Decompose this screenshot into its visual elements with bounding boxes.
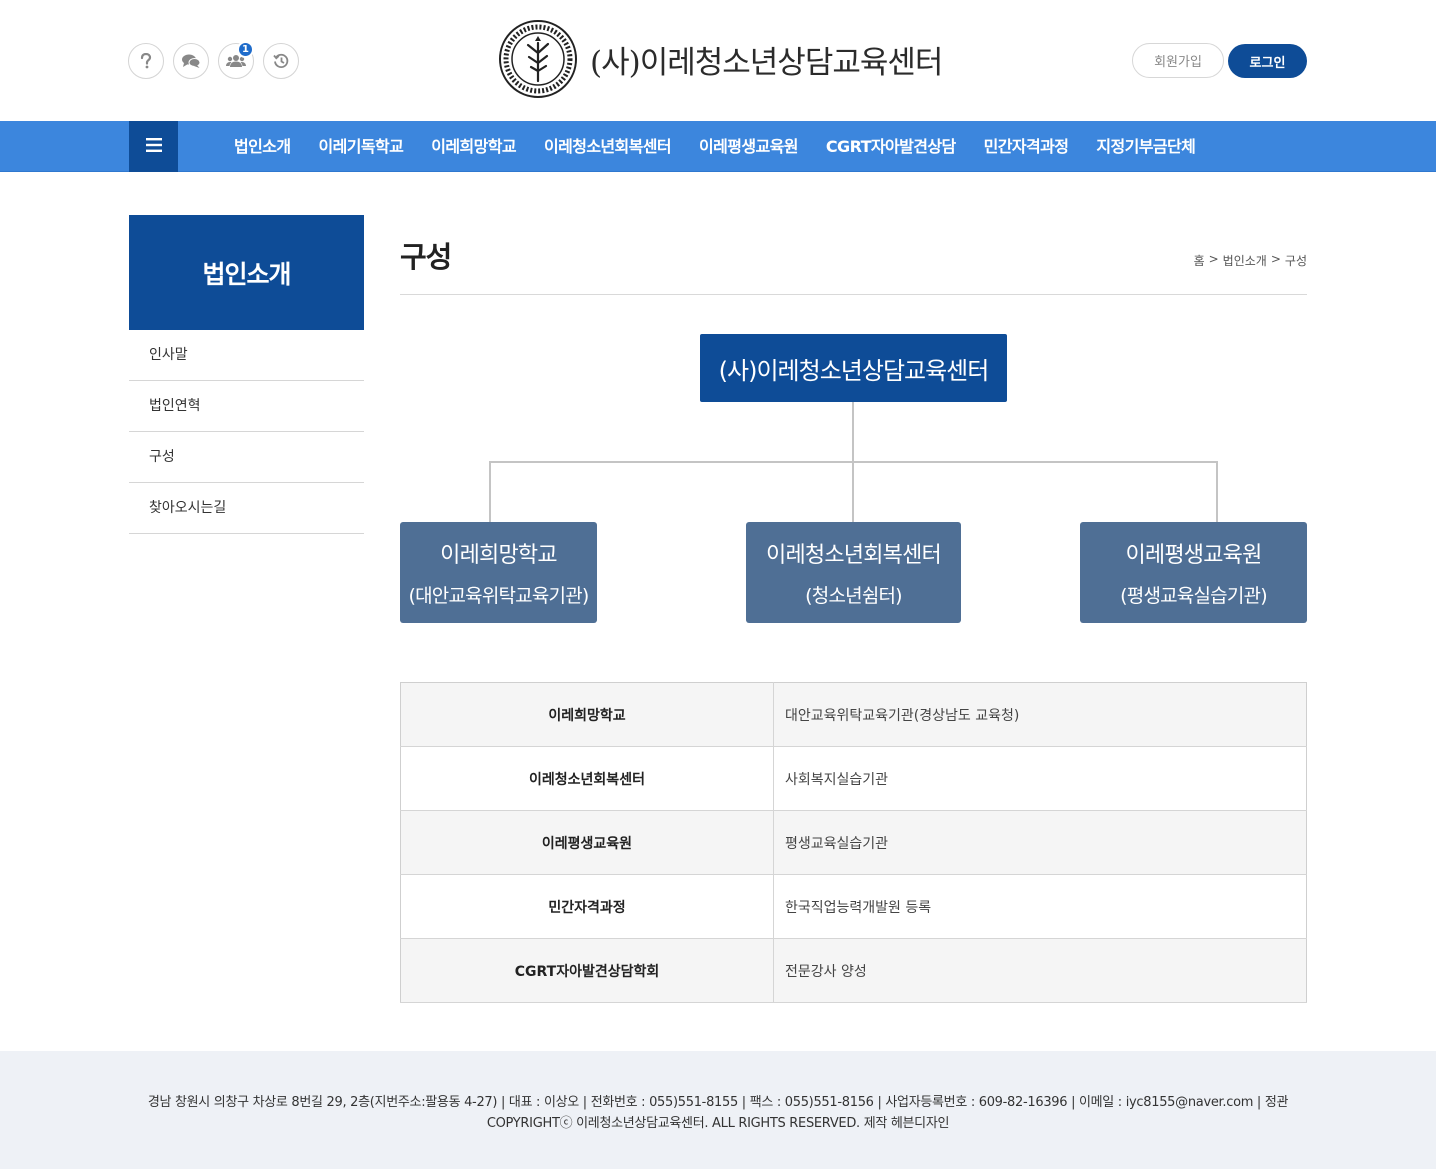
logo-seal-icon: [498, 19, 578, 99]
org-child-subtitle: (청소년쉼터): [805, 585, 902, 607]
breadcrumb-separator: >: [1208, 252, 1219, 266]
org-chart-connector: [489, 461, 1218, 463]
table-value: 평생교육실습기관: [773, 810, 1307, 875]
org-chart-child: 이레희망학교 (대안교육위탁교육기관): [400, 522, 597, 623]
table-row: CGRT자아발견상담학회 전문강사 양성: [400, 938, 1307, 1003]
table-value: 사회복지실습기관: [773, 746, 1307, 811]
history-button[interactable]: [263, 43, 299, 79]
org-chart-connector: [1216, 461, 1218, 522]
table-key: 이레청소년회복센터: [400, 746, 774, 811]
table-key: CGRT자아발견상담학회: [400, 938, 774, 1003]
sidebar-item-directions[interactable]: 찾아오시는길: [129, 483, 364, 534]
org-chart-child: 이레평생교육원 (평생교육실습기관): [1080, 522, 1307, 623]
org-child-name: 이레청소년회복센터: [766, 543, 942, 568]
nav-item-christian-school[interactable]: 이레기독학교: [304, 121, 417, 172]
table-value: 대안교육위탁교육기관(경상남도 교육청): [773, 682, 1307, 747]
community-button[interactable]: 1: [218, 41, 254, 79]
table-key: 민간자격과정: [400, 874, 774, 939]
nav-item-hope-school[interactable]: 이레희망학교: [417, 121, 530, 172]
nav-item-corporation[interactable]: 법인소개: [220, 121, 304, 172]
page-title: 구성: [400, 240, 452, 274]
chat-button[interactable]: [173, 43, 209, 79]
breadcrumb-separator: >: [1270, 252, 1281, 266]
nav-item-donation-group[interactable]: 지정기부금단체: [1082, 121, 1209, 172]
site-header: 1 (사)이레청소년상담교육센터 회원가입 로그인: [0, 0, 1436, 121]
site-logo[interactable]: (사)이레청소년상담교육센터: [498, 19, 943, 99]
help-icon: [139, 53, 153, 69]
footer-address: 경남 창원시 의창구 차상로 8번길 29, 2층(지번주소:팔용동 4-27)…: [147, 1095, 1289, 1110]
footer-copyright: COPYRIGHTⓒ 이레청소년상담교육센터. ALL RIGHTS RESER…: [486, 1116, 950, 1131]
sidebar-menu: 인사말 법인연혁 구성 찾아오시는길: [129, 330, 364, 534]
org-child-subtitle: (대안교육위탁교육기관): [408, 585, 589, 607]
sidebar-title: 법인소개: [129, 215, 364, 330]
utility-icons: 1: [128, 41, 299, 79]
site-footer: 경남 창원시 의창구 차상로 8번길 29, 2층(지번주소:팔용동 4-27)…: [0, 1051, 1436, 1169]
sidebar-item-organization[interactable]: 구성: [129, 432, 364, 483]
join-button[interactable]: 회원가입: [1132, 43, 1224, 78]
chat-icon: [181, 53, 201, 69]
breadcrumb-current: 구성: [1284, 254, 1307, 268]
history-icon: [273, 53, 289, 69]
notification-badge: 1: [237, 41, 254, 58]
table-value: 전문강사 양성: [773, 938, 1307, 1003]
hamburger-icon: [145, 137, 162, 156]
table-row: 이레희망학교 대안교육위탁교육기관(경상남도 교육청): [400, 682, 1307, 747]
org-child-name: 이레평생교육원: [1125, 543, 1262, 568]
table-key: 이레희망학교: [400, 682, 774, 747]
org-chart-child: 이레청소년회복센터 (청소년쉼터): [746, 522, 961, 623]
title-divider: [400, 294, 1307, 295]
breadcrumb: 홈 > 법인소개 > 구성: [1194, 252, 1307, 269]
nav-item-recovery-center[interactable]: 이레청소년회복센터: [530, 121, 685, 172]
breadcrumb-home[interactable]: 홈: [1194, 252, 1205, 269]
nav-item-cgrt-counseling[interactable]: CGRT자아발견상담: [812, 121, 970, 172]
login-button[interactable]: 로그인: [1228, 44, 1307, 78]
table-row: 이레평생교육원 평생교육실습기관: [400, 810, 1307, 875]
org-chart-connector: [489, 461, 491, 522]
breadcrumb-section[interactable]: 법인소개: [1223, 252, 1267, 269]
main-nav: 법인소개 이레기독학교 이레희망학교 이레청소년회복센터 이레평생교육원 CGR…: [0, 121, 1436, 172]
nav-item-private-certification[interactable]: 민간자격과정: [970, 121, 1083, 172]
table-value: 한국직업능력개발원 등록: [773, 874, 1307, 939]
org-child-name: 이레희망학교: [440, 543, 557, 568]
table-row: 이레청소년회복센터 사회복지실습기관: [400, 746, 1307, 811]
org-chart-root: (사)이레청소년상담교육센터: [700, 334, 1007, 402]
sidebar-item-greeting[interactable]: 인사말: [129, 330, 364, 381]
help-button[interactable]: [128, 43, 164, 79]
org-child-subtitle: (평생교육실습기관): [1120, 585, 1267, 607]
nav-item-lifelong-education[interactable]: 이레평생교육원: [685, 121, 812, 172]
table-key: 이레평생교육원: [400, 810, 774, 875]
organization-table: 이레희망학교 대안교육위탁교육기관(경상남도 교육청) 이레청소년회복센터 사회…: [400, 682, 1307, 1003]
sidebar-item-history[interactable]: 법인연혁: [129, 381, 364, 432]
logo-text: (사)이레청소년상담교육센터: [590, 44, 943, 81]
nav-items: 법인소개 이레기독학교 이레희망학교 이레청소년회복센터 이레평생교육원 CGR…: [220, 121, 1209, 172]
menu-toggle-button[interactable]: [129, 121, 178, 172]
table-row: 민간자격과정 한국직업능력개발원 등록: [400, 874, 1307, 939]
